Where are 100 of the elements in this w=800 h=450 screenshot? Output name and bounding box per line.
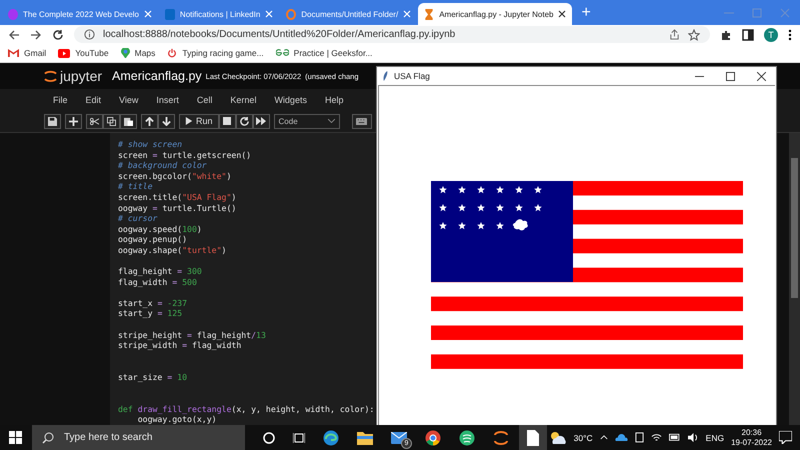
taskbar-search-field[interactable]: Type here to search: [32, 425, 245, 450]
bookmark-link[interactable]: Typing racing game...: [167, 48, 264, 58]
star-icon[interactable]: [688, 28, 700, 40]
info-icon: [84, 29, 95, 40]
code-line: oogway.penup(): [118, 234, 188, 245]
code-line: screen = turtle.getscreen(): [118, 150, 252, 160]
bookmark-link[interactable]: Maps: [120, 48, 156, 58]
code-line: # title: [118, 181, 154, 192]
tab-favicon-icon: [8, 8, 18, 20]
code-line: flag_width = 500: [118, 276, 198, 288]
cloud-icon[interactable]: [614, 434, 628, 442]
code-line: flag_height = 300: [118, 265, 203, 277]
bookmark-link[interactable]: YouTube: [58, 48, 109, 58]
temperature-text: 30°C: [574, 432, 593, 442]
wifi-icon[interactable]: [650, 432, 662, 443]
stop-button[interactable]: [218, 114, 236, 129]
code-line: oogway = turtle.Turtle(): [118, 202, 238, 214]
run-button[interactable]: Run: [179, 114, 219, 129]
menu-item[interactable]: Help: [324, 94, 344, 105]
hourglass-icon: [424, 8, 434, 20]
sidebar-icon[interactable]: [742, 28, 754, 40]
code-line: oogway.shape("turtle"): [118, 244, 228, 256]
back-arrow-icon[interactable]: [8, 28, 20, 40]
device-icon[interactable]: [634, 432, 644, 443]
windows-logo-icon[interactable]: [9, 431, 22, 444]
browser-tab[interactable]: Notifications | LinkedIn: [158, 3, 280, 25]
code-line: # show screen: [118, 138, 184, 150]
speaker-icon[interactable]: [688, 432, 699, 442]
floppy-icon: [48, 116, 57, 126]
play-icon: [185, 117, 193, 126]
scissors-icon: [90, 116, 99, 126]
bookmark-link[interactable]: Practice | Geeksfor...: [276, 48, 372, 58]
browser-icon[interactable]: [323, 430, 339, 446]
add-cell-button[interactable]: [65, 114, 82, 129]
code-line: screen.bgcolor("white"): [118, 170, 232, 182]
code-cell[interactable]: [110, 132, 375, 425]
jupyter-logo[interactable]: jupyter: [44, 68, 102, 84]
logo-arcs-icon: [44, 68, 57, 84]
chevron-up-icon[interactable]: [600, 435, 608, 440]
profile-avatar[interactable]: T: [764, 28, 778, 42]
menu-item[interactable]: Widgets: [274, 94, 307, 105]
code-line: screen.title("USA Flag"): [118, 192, 238, 203]
code-line: oogway.goto(x,y): [136, 414, 218, 425]
puzzle-icon[interactable]: [720, 28, 732, 40]
menu-item[interactable]: Edit: [86, 94, 102, 105]
address-field[interactable]: localhost:8888/notebooks/Documents/Untitled%20Folder/Americanflag.py.ipynb: [74, 26, 710, 43]
logo-icon: [276, 49, 289, 57]
clipboard-icon: [124, 116, 133, 126]
notification-icon[interactable]: [779, 431, 792, 444]
chevron-down-icon: [328, 119, 335, 124]
folder-icon[interactable]: [357, 430, 373, 444]
browser-tab[interactable]: Americanflag.py - Jupyter Noteb: [418, 3, 572, 25]
keyboard-icon: [356, 118, 368, 125]
square-icon: [223, 117, 232, 126]
battery-icon[interactable]: [668, 433, 681, 442]
search-icon: [42, 432, 54, 444]
restart-button[interactable]: [236, 114, 253, 129]
document-icon[interactable]: [527, 430, 539, 446]
down-arrow-icon: [162, 116, 171, 126]
notebook-title[interactable]: Americanflag.py: [112, 69, 202, 84]
forward-arrow-icon[interactable]: [30, 28, 42, 40]
menu-item[interactable]: File: [53, 94, 68, 105]
cell-type-dropdown[interactable]: Code: [274, 114, 340, 129]
share-icon[interactable]: [669, 29, 680, 40]
map-pin-icon: [120, 48, 130, 58]
maximize-icon[interactable]: [726, 72, 735, 80]
move-down-button[interactable]: [158, 114, 175, 129]
code-line: def draw_fill_rectangle(x, y, height, width, color):: [118, 402, 375, 414]
menu-icon[interactable]: [788, 28, 792, 40]
cut-button[interactable]: [86, 114, 103, 129]
code-line: start_y = 125: [118, 308, 184, 320]
cortana-circle-icon[interactable]: [263, 432, 275, 444]
task-view-icon[interactable]: [293, 432, 305, 444]
menu-item[interactable]: Kernel: [230, 94, 256, 105]
save-button[interactable]: [44, 114, 61, 129]
paste-button[interactable]: [120, 114, 137, 129]
copy-button[interactable]: [103, 114, 120, 129]
menu-item[interactable]: Insert: [156, 94, 179, 105]
browser-tab[interactable]: Documents/Untitled Folder/: [280, 3, 418, 25]
browser-tab[interactable]: The Complete 2022 Web Develo: [2, 3, 158, 25]
new-tab-button[interactable]: +: [573, 4, 599, 25]
window-title: USA Flag: [394, 71, 430, 81]
mail-icon[interactable]: [391, 432, 407, 444]
keyboard-button[interactable]: [352, 114, 372, 129]
language-indicator[interactable]: ENG: [706, 432, 724, 442]
jupyter-icon[interactable]: [493, 430, 509, 446]
app-circle-icon[interactable]: [459, 430, 475, 446]
bookmark-link[interactable]: Gmail: [8, 48, 46, 58]
menu-item[interactable]: Cell: [196, 94, 212, 105]
clock[interactable]: 20:36 19-07-2022: [731, 428, 772, 448]
code-line: oogway.speed(100): [118, 224, 203, 234]
move-up-button[interactable]: [141, 114, 158, 129]
tab-favicon-icon: [164, 8, 175, 20]
power-icon: [167, 48, 178, 58]
run-all-button[interactable]: [252, 114, 270, 129]
scrollbar[interactable]: [789, 132, 800, 425]
close-icon[interactable]: [757, 72, 766, 80]
reload-icon[interactable]: [52, 28, 64, 40]
menu-item[interactable]: View: [119, 94, 138, 105]
close-icon[interactable]: [558, 10, 566, 18]
